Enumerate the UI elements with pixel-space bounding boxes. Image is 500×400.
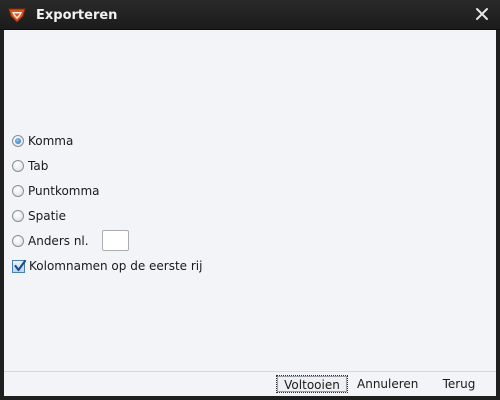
option-komma[interactable]: Komma: [12, 132, 73, 150]
title-bar[interactable]: Exporteren: [0, 0, 500, 30]
close-icon[interactable]: [474, 6, 490, 22]
option-anders[interactable]: Anders nl.: [12, 232, 89, 250]
option-spatie[interactable]: Spatie: [12, 207, 66, 225]
option-puntkomma-label: Puntkomma: [28, 184, 100, 198]
other-separator-input[interactable]: [102, 230, 129, 251]
dialog-content: Komma Tab Puntkomma Spatie Anders nl. Ko…: [4, 30, 496, 371]
option-anders-label: Anders nl.: [28, 234, 89, 248]
back-button[interactable]: Terug: [428, 375, 490, 393]
option-tab[interactable]: Tab: [12, 157, 48, 175]
option-tab-label: Tab: [28, 159, 49, 173]
export-dialog: Exporteren Komma Tab Puntkomma Spatie An…: [0, 0, 500, 400]
cancel-button[interactable]: Annuleren: [351, 375, 421, 393]
app-logo-icon: [8, 8, 26, 23]
button-bar: Voltooien Annuleren Terug: [4, 371, 496, 396]
column-names-checkbox-row[interactable]: Kolomnamen op de eerste rij: [12, 257, 202, 275]
radio-tab[interactable]: [12, 160, 24, 172]
option-komma-label: Komma: [28, 134, 74, 148]
window-title: Exporteren: [36, 8, 118, 23]
radio-komma[interactable]: [12, 135, 24, 147]
radio-puntkomma[interactable]: [12, 185, 24, 197]
finish-button[interactable]: Voltooien: [276, 375, 348, 393]
option-puntkomma[interactable]: Puntkomma: [12, 182, 100, 200]
option-spatie-label: Spatie: [28, 209, 67, 223]
radio-anders[interactable]: [12, 235, 24, 247]
column-names-label: Kolomnamen op de eerste rij: [29, 259, 203, 273]
column-names-checkbox[interactable]: [12, 259, 27, 273]
checkmark-icon: [14, 259, 27, 271]
radio-spatie[interactable]: [12, 210, 24, 222]
